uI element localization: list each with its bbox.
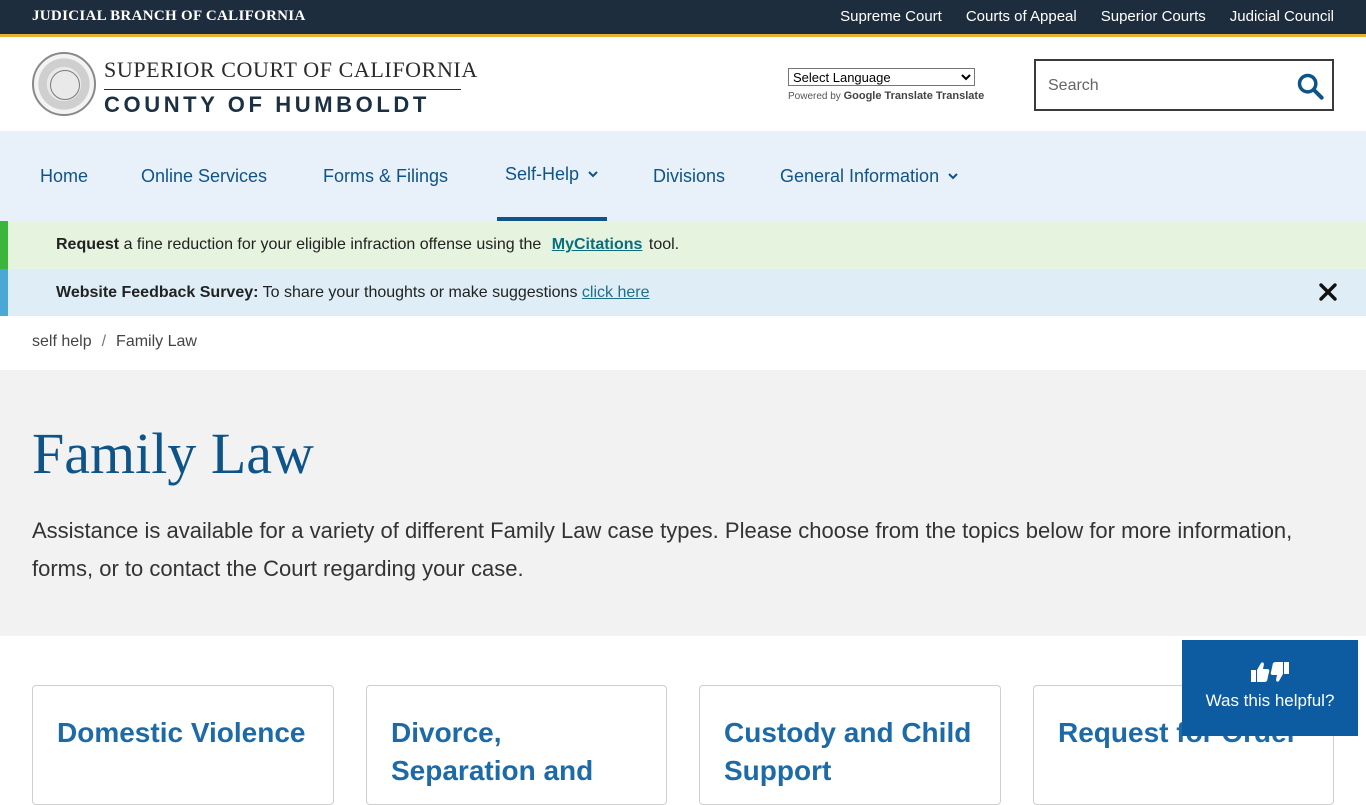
court-name-line2[interactable]: COUNTY OF HUMBOLDT bbox=[104, 89, 461, 118]
breadcrumb: self help / Family Law bbox=[32, 333, 197, 351]
mycitations-alert: Request a fine reduction for your eligib… bbox=[0, 221, 1366, 269]
survey-click-here-link[interactable]: click here bbox=[582, 284, 650, 301]
judicial-branch-title[interactable]: JUDICIAL BRANCH OF CALIFORNIA bbox=[32, 8, 306, 25]
link-superior-courts[interactable]: Superior Courts bbox=[1101, 8, 1206, 25]
search-input[interactable] bbox=[1048, 74, 1288, 98]
breadcrumb-separator: / bbox=[101, 333, 107, 350]
alert-request-label: Request bbox=[56, 236, 120, 253]
survey-label: Website Feedback Survey: bbox=[56, 284, 259, 301]
google-translate-link[interactable]: Google Translate Translate bbox=[844, 90, 985, 102]
nav-item-online-services[interactable]: Online Services bbox=[133, 131, 275, 221]
top-bar: JUDICIAL BRANCH OF CALIFORNIA Supreme Co… bbox=[0, 0, 1366, 37]
card-domestic-violence[interactable]: Domestic Violence bbox=[32, 685, 334, 805]
page-hero: Family Law Assistance is available for a… bbox=[0, 370, 1366, 636]
helpful-label: Was this helpful? bbox=[1205, 691, 1335, 710]
nav-item-forms-filings[interactable]: Forms & Filings bbox=[315, 131, 456, 221]
nav-item-self-help[interactable]: Self-Help bbox=[497, 131, 608, 221]
nav-item-home[interactable]: Home bbox=[32, 131, 96, 221]
page-title: Family Law bbox=[32, 421, 314, 486]
powered-by-text: Powered by Google Translate Translate bbox=[788, 90, 985, 102]
card-divorce-separation[interactable]: Divorce, Separation and bbox=[366, 685, 667, 805]
mycitations-link[interactable]: MyCitations bbox=[552, 236, 643, 253]
language-select[interactable]: Select Language bbox=[788, 68, 975, 86]
card-title[interactable]: Divorce, Separation and bbox=[391, 714, 651, 790]
search-icon[interactable] bbox=[1296, 72, 1324, 100]
court-seal-logo[interactable] bbox=[32, 52, 96, 116]
page-description: Assistance is available for a variety of… bbox=[32, 518, 1293, 581]
main-navigation: Home Online Services Forms & Filings Sel… bbox=[0, 131, 1366, 221]
was-this-helpful-widget[interactable]: Was this helpful? bbox=[1182, 640, 1358, 736]
link-judicial-council[interactable]: Judicial Council bbox=[1230, 8, 1334, 25]
language-translator: Select Language Powered by Google Transl… bbox=[788, 68, 984, 102]
nav-item-divisions[interactable]: Divisions bbox=[645, 131, 733, 221]
chevron-down-icon bbox=[588, 171, 598, 178]
card-title[interactable]: Domestic Violence bbox=[57, 714, 317, 752]
chevron-down-icon bbox=[948, 173, 958, 180]
nav-item-general-information[interactable]: General Information bbox=[772, 131, 967, 221]
feedback-survey-alert: Website Feedback Survey: To share your t… bbox=[0, 269, 1366, 316]
card-title[interactable]: Custody and Child Support bbox=[724, 714, 984, 790]
breadcrumb-current: Family Law bbox=[116, 333, 197, 350]
site-header: SUPERIOR COURT OF CALIFORNIA COUNTY OF H… bbox=[0, 40, 1366, 131]
court-name-line1[interactable]: SUPERIOR COURT OF CALIFORNIA bbox=[104, 57, 478, 83]
top-links: Supreme Court Courts of Appeal Superior … bbox=[840, 8, 1334, 25]
search-box bbox=[1034, 59, 1334, 111]
link-courts-of-appeal[interactable]: Courts of Appeal bbox=[966, 8, 1077, 25]
link-supreme-court[interactable]: Supreme Court bbox=[840, 8, 942, 25]
thumbs-up-down-icon bbox=[1251, 662, 1289, 682]
close-icon[interactable] bbox=[1318, 282, 1338, 302]
breadcrumb-self-help[interactable]: self help bbox=[32, 333, 92, 350]
card-custody-child-support[interactable]: Custody and Child Support bbox=[699, 685, 1001, 805]
